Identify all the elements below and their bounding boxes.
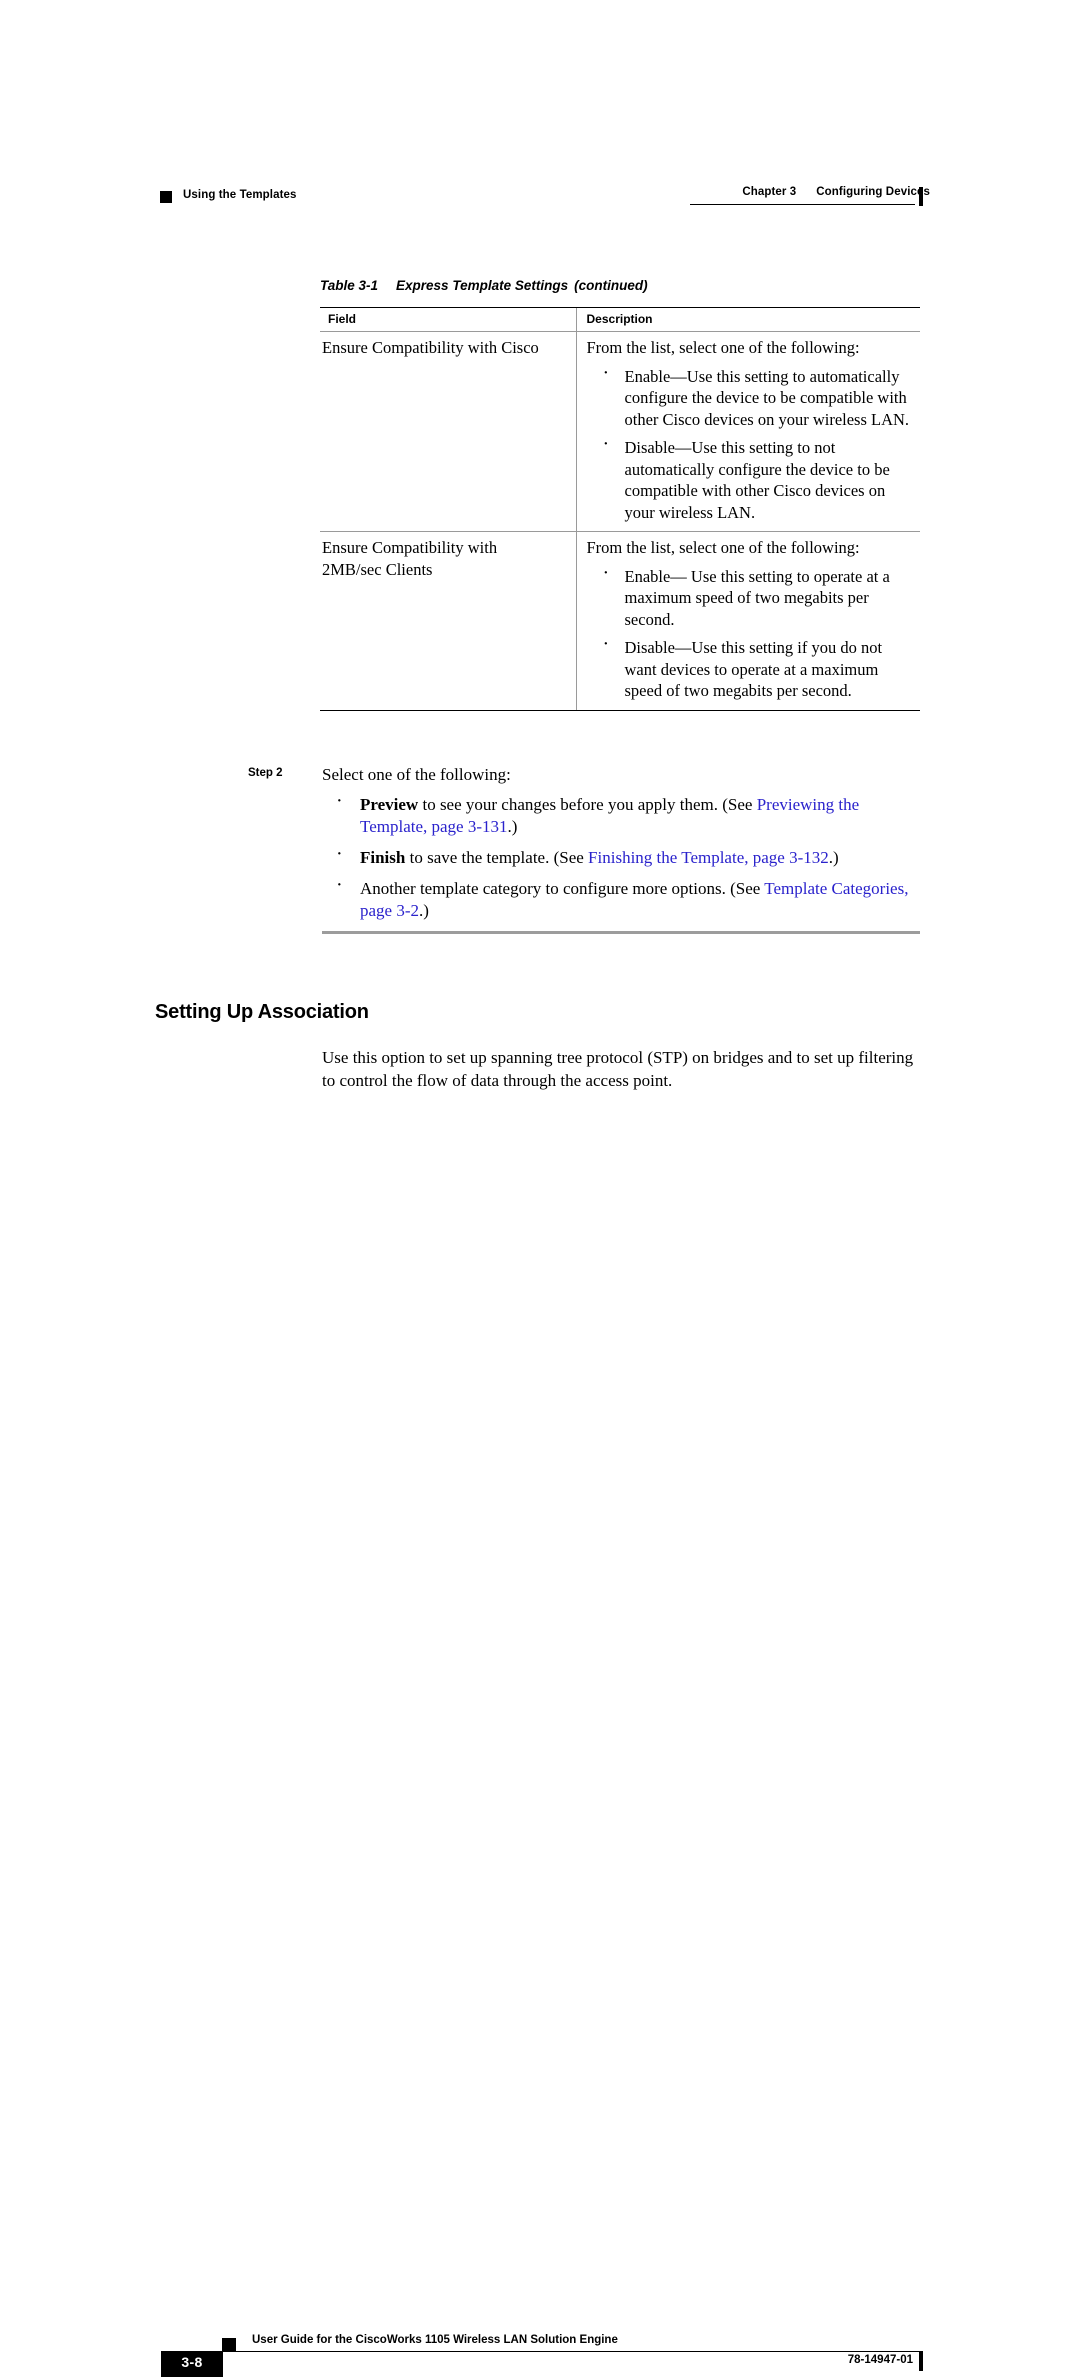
- table-cell-description: From the list, select one of the followi…: [575, 331, 920, 532]
- footer-rule: [222, 2351, 919, 2352]
- field-label-line: 2MB/sec Clients: [322, 559, 433, 579]
- header-chapter-number: Chapter 3: [742, 186, 797, 198]
- express-template-settings-table: Field Description Ensure Compatibility w…: [320, 307, 920, 711]
- section-body-paragraph: Use this option to set up spanning tree …: [322, 1048, 914, 1090]
- table-row: Ensure Compatibility with Cisco From the…: [320, 331, 920, 532]
- page-running-footer: User Guide for the CiscoWorks 1105 Wirel…: [0, 1160, 1080, 2377]
- list-item: Preview to see your changes before you a…: [248, 790, 928, 838]
- cross-reference-link[interactable]: Finishing the Template, page 3-132: [588, 848, 829, 867]
- footer-page-number: 3-8: [181, 2354, 203, 2370]
- table-caption-continued: (continued): [574, 278, 648, 293]
- header-edge-tab-marker: [919, 187, 923, 206]
- option-text-before-link: to see your changes before you apply the…: [418, 795, 757, 814]
- list-item: Enable—Use this setting to automatically…: [587, 363, 917, 431]
- option-text-after-link: .): [419, 901, 429, 920]
- procedure-step-block: Step 2 Select one of the following: Prev…: [248, 764, 928, 931]
- option-bold-lead: Preview: [360, 795, 419, 814]
- table-header-row-group: Field Description: [320, 307, 920, 332]
- list-item: Enable— Use this setting to operate at a…: [587, 563, 917, 631]
- option-text-after-link: .): [828, 848, 839, 867]
- description-intro: From the list, select one of the followi…: [586, 338, 860, 357]
- table-cell-field: Ensure Compatibility with Cisco: [320, 331, 576, 532]
- table-row: Ensure Compatibility with 2MB/sec Client…: [320, 531, 920, 711]
- table-column-header-field: Field: [320, 307, 576, 332]
- table-body: Ensure Compatibility with Cisco From the…: [320, 331, 920, 711]
- page-running-header: Chapter 3 Configuring Devices Using the T…: [0, 0, 1080, 240]
- express-template-settings-table-block: Table 3-1 Express Template Settings (conti…: [320, 278, 920, 711]
- header-chapter-info: Chapter 3 Configuring Devices: [742, 186, 930, 198]
- list-item: Finish to save the template. (See Finish…: [248, 843, 928, 869]
- table-header-row: Field Description: [320, 307, 920, 332]
- step-intro-text: Select one of the following:: [322, 765, 511, 784]
- footer-bullet-square-icon: [222, 2338, 236, 2352]
- table-caption-title: Express Template Settings: [396, 278, 569, 293]
- option-text-before-link: to save the template. (See: [405, 848, 589, 867]
- table-cell-field: Ensure Compatibility with 2MB/sec Client…: [320, 531, 576, 711]
- description-bullet-list: Enable— Use this setting to operate at a…: [587, 563, 917, 702]
- step-option-list: Preview to see your changes before you a…: [248, 790, 928, 922]
- step-row: Step 2 Select one of the following:: [248, 764, 928, 786]
- field-label-line: Ensure Compatibility with Cisco: [322, 338, 539, 357]
- list-item: Disable—Use this setting to not automati…: [587, 434, 917, 523]
- description-bullet-list: Enable—Use this setting to automatically…: [587, 363, 917, 524]
- section-divider-rule: [322, 931, 920, 934]
- table-cell-description: From the list, select one of the followi…: [575, 531, 920, 711]
- page-title: Setting Up Association: [155, 1000, 369, 1023]
- option-text-after-link: .): [507, 817, 518, 836]
- table-caption-number: Table 3-1: [320, 278, 379, 293]
- footer-edge-tab-marker: [919, 2351, 923, 2371]
- option-bold-lead: Finish: [360, 848, 406, 867]
- header-chapter-title: Configuring Devices: [816, 186, 930, 198]
- description-intro: From the list, select one of the followi…: [586, 538, 860, 557]
- list-item: Disable—Use this setting if you do not w…: [587, 634, 917, 702]
- table-column-header-description: Description: [575, 307, 920, 332]
- header-bullet-square-icon: [160, 191, 172, 203]
- step-label: Step 2: [248, 767, 283, 779]
- option-text-before-link: Another template category to configure m…: [360, 879, 765, 898]
- header-section-label: Using the Templates: [183, 189, 297, 201]
- table-caption: Table 3-1 Express Template Settings (conti…: [320, 278, 920, 293]
- footer-guide-title: User Guide for the CiscoWorks 1105 Wirel…: [252, 2334, 618, 2346]
- document-page: { "header": { "chapter_number": "Chapter…: [0, 0, 1080, 2377]
- header-rule: [690, 204, 915, 205]
- field-label-line: Ensure Compatibility with: [322, 538, 498, 557]
- footer-document-number: 78-14947-01: [847, 2354, 913, 2366]
- list-item: Another template category to configure m…: [248, 874, 928, 922]
